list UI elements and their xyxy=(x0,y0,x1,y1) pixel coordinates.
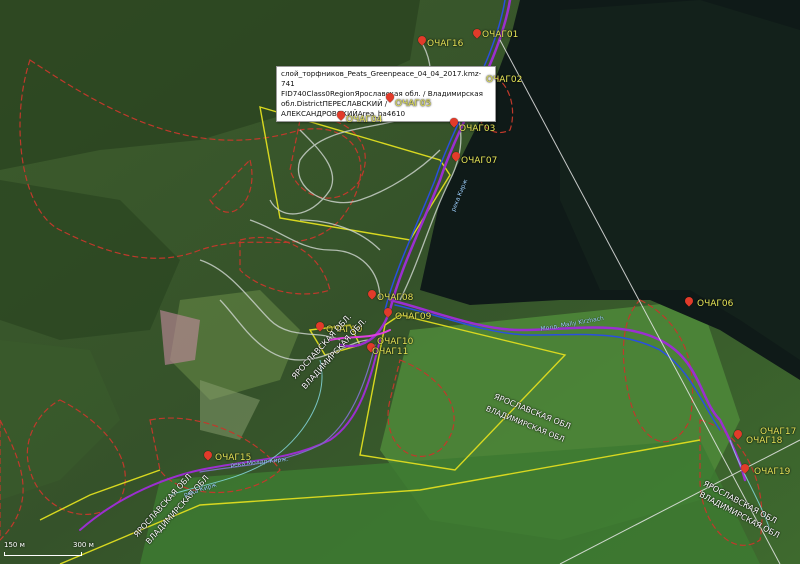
marker-label-10[interactable]: ОЧАГ10 xyxy=(377,337,413,347)
marker-label-03[interactable]: ОЧАГ03 xyxy=(459,124,495,134)
map-pin-icon[interactable] xyxy=(337,111,345,122)
map-pin-icon[interactable] xyxy=(450,118,458,129)
marker-label-05[interactable]: ОЧАГ05 xyxy=(395,99,431,109)
map-pin-icon[interactable] xyxy=(685,297,693,308)
map-pin-icon[interactable] xyxy=(384,308,392,319)
marker-label-02[interactable]: ОЧАГ02 xyxy=(486,75,522,85)
marker-label-09[interactable]: ОЧАГ09 xyxy=(395,312,431,322)
map-pin-icon[interactable] xyxy=(386,93,394,104)
marker-label-11[interactable]: ОЧАГ11 xyxy=(372,347,408,357)
marker-label-16-top[interactable]: ОЧАГ16 xyxy=(427,39,463,49)
marker-label-04[interactable]: ОЧАГ04 xyxy=(346,115,382,125)
map-view[interactable]: слой_торфников_Peats_Greenpeace_04_04_20… xyxy=(0,0,800,564)
map-pin-icon[interactable] xyxy=(473,29,481,40)
map-pin-icon[interactable] xyxy=(418,36,426,47)
popup-line-1: слой_торфников_Peats_Greenpeace_04_04_20… xyxy=(281,69,482,88)
map-pin-icon[interactable] xyxy=(741,464,749,475)
map-pin-icon[interactable] xyxy=(368,290,376,301)
scale-label-right: 300 м xyxy=(73,541,94,549)
marker-label-08[interactable]: ОЧАГ08 xyxy=(377,293,413,303)
marker-label-07[interactable]: ОЧАГ07 xyxy=(461,156,497,166)
scale-label-left: 150 м xyxy=(4,541,25,549)
map-pin-icon[interactable] xyxy=(204,451,212,462)
map-pin-icon[interactable] xyxy=(316,322,324,333)
scale-bar xyxy=(4,552,82,556)
marker-label-01[interactable]: ОЧАГ01 xyxy=(482,30,518,40)
marker-label-06[interactable]: ОЧАГ06 xyxy=(697,299,733,309)
marker-label-19[interactable]: ОЧАГ19 xyxy=(754,467,790,477)
marker-label-18[interactable]: ОЧАГ18 xyxy=(746,436,782,446)
map-pin-icon[interactable] xyxy=(734,430,742,441)
map-pin-icon[interactable] xyxy=(452,152,460,163)
